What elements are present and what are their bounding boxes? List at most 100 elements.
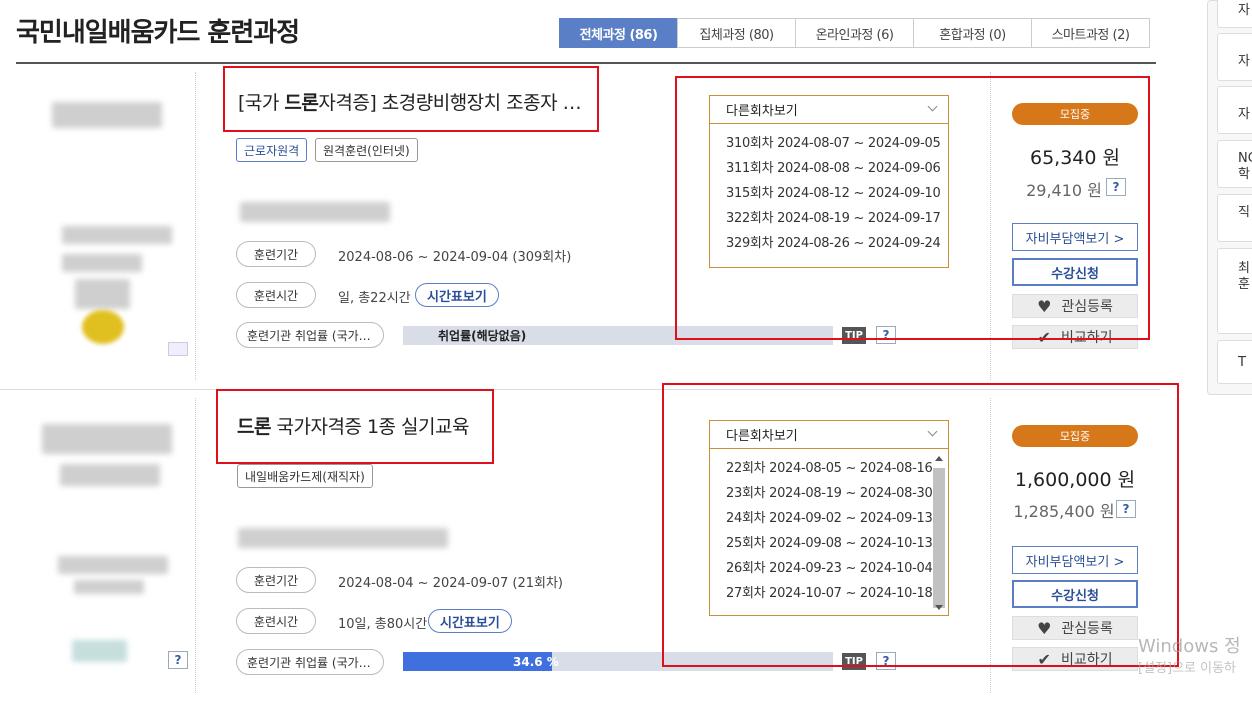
windows-activation-watermark-sub: [설정]으로 이동하 — [1138, 661, 1236, 676]
hours-value: 10일, 총80시간 — [338, 617, 428, 632]
employment-rate-label: 훈련기관 취업률 (국가… — [236, 322, 384, 348]
session-item[interactable]: 310회차 2024-08-07 ~ 2024-09-05 — [726, 132, 948, 157]
timetable-button[interactable]: 시간표보기 — [428, 609, 512, 633]
course-price: 65,340 원 — [1029, 147, 1120, 169]
institution-info-blurred — [58, 556, 168, 574]
tip-badge[interactable]: TIP — [842, 653, 866, 670]
quick-menu-label: 직 — [1238, 205, 1250, 220]
heart-icon: ♥ — [1037, 618, 1052, 638]
institution-logo-blurred — [52, 102, 162, 128]
quick-menu-label: 최 훈 — [1238, 261, 1250, 292]
session-scrollbar[interactable] — [933, 454, 945, 612]
quick-menu-item[interactable]: 자 — [1217, 0, 1252, 28]
timetable-button[interactable]: 시간표보기 — [415, 283, 499, 307]
interest-button[interactable]: ♥ 관심등록 — [1012, 616, 1138, 640]
scroll-thumb[interactable] — [933, 468, 945, 608]
course-card: [국가 드론자격증] 초경량비행장치 조종자 … 근로자원격 원격훈련(인터넷)… — [0, 64, 1160, 388]
tab-classroom[interactable]: 집체과정 (80) — [677, 18, 796, 48]
course-title-keyword: 드론 — [284, 92, 319, 114]
quick-menu-label: NC 학 — [1238, 151, 1252, 182]
other-sessions-list: 다른회차보기 310회차 2024-08-07 ~ 2024-09-05 311… — [709, 95, 949, 268]
quick-menu-item[interactable]: 직 — [1217, 194, 1252, 242]
check-icon: ✔ — [1037, 327, 1051, 347]
course-title[interactable]: [국가 드론자격증] 초경량비행장치 조종자 … — [238, 88, 582, 115]
help-icon[interactable]: ? — [168, 651, 188, 669]
tab-smart[interactable]: 스마트과정 (2) — [1031, 18, 1150, 48]
institution-info-blurred — [75, 279, 130, 309]
course-price: 1,600,000 원 — [1014, 469, 1136, 491]
institution-name-blurred — [238, 528, 448, 548]
session-item[interactable]: 322회차 2024-08-19 ~ 2024-09-17 — [726, 207, 948, 232]
interest-label: 관심등록 — [1061, 299, 1113, 315]
session-item[interactable]: 315회차 2024-08-12 ~ 2024-09-10 — [726, 182, 948, 207]
tip-badge[interactable]: TIP — [842, 327, 866, 344]
tab-online[interactable]: 온라인과정 (6) — [795, 18, 914, 48]
other-sessions-dropdown[interactable]: 다른회차보기 — [710, 96, 948, 124]
hours-label: 훈련시간 — [236, 282, 316, 308]
course-title-keyword: 드론 — [237, 416, 271, 438]
quick-menu-item[interactable]: 자 — [1217, 86, 1252, 134]
self-pay-button[interactable]: 자비부담액보기 > — [1012, 223, 1138, 251]
scroll-up-icon[interactable] — [935, 456, 943, 461]
compare-label: 비교하기 — [1060, 652, 1113, 668]
session-item[interactable]: 25회차 2024-09-08 ~ 2024-10-13 — [726, 532, 948, 557]
help-icon[interactable]: ? — [876, 652, 896, 670]
column-divider — [990, 398, 991, 693]
training-type-chip: 근로자원격 — [236, 138, 308, 162]
training-type-chip: 내일배움카드제(재직자) — [237, 464, 373, 488]
quick-menu-item[interactable]: 자 — [1217, 33, 1252, 81]
period-value: 2024-08-06 ~ 2024-09-04 (309회차) — [338, 250, 572, 265]
employment-rate-text: 34.6 % — [513, 654, 559, 669]
session-item[interactable]: 22회차 2024-08-05 ~ 2024-08-16 — [726, 457, 948, 482]
training-method-chip: 원격훈련(인터넷) — [315, 138, 418, 162]
quick-menu-label: 자 — [1238, 3, 1250, 18]
chevron-down-icon — [927, 101, 938, 112]
period-value: 2024-08-04 ~ 2024-09-07 (21회차) — [338, 576, 563, 591]
other-sessions-list: 다른회차보기 22회차 2024-08-05 ~ 2024-08-16 23회차… — [709, 420, 949, 616]
compare-button[interactable]: ✔ 비교하기 — [1012, 325, 1138, 349]
institution-info-blurred — [74, 580, 144, 594]
course-type-tabs: 전체과정 (86) 집체과정 (80) 온라인과정 (6) 혼합과정 (0) 스… — [559, 18, 1150, 48]
heart-icon: ♥ — [1037, 296, 1052, 316]
quick-menu-label: 자 — [1238, 107, 1250, 122]
scroll-down-icon[interactable] — [935, 605, 943, 610]
employment-rate-bar: 취업률(해당없음) — [403, 326, 833, 345]
self-pay-button[interactable]: 자비부담액보기 > — [1012, 546, 1138, 574]
apply-button[interactable]: 수강신청 — [1012, 580, 1138, 608]
institution-logo-blurred — [60, 464, 160, 486]
quick-menu-item[interactable]: NC 학 — [1217, 140, 1252, 188]
tab-blended[interactable]: 혼합과정 (0) — [913, 18, 1032, 48]
course-title-rest: 국가자격증 1종 실기교육 — [270, 416, 470, 438]
employment-rate-text: 취업률(해당없음) — [438, 329, 527, 343]
compare-label: 비교하기 — [1060, 330, 1113, 346]
check-icon: ✔ — [1037, 649, 1051, 669]
session-item[interactable]: 329회차 2024-08-26 ~ 2024-09-24 — [726, 232, 948, 257]
help-icon[interactable]: ? — [876, 326, 896, 344]
session-item[interactable]: 24회차 2024-09-02 ~ 2024-09-13 — [726, 507, 948, 532]
compare-button[interactable]: ✔ 비교하기 — [1012, 647, 1138, 671]
other-sessions-header: 다른회차보기 — [726, 104, 798, 119]
institution-badge-icon — [168, 342, 188, 356]
recruiting-badge: 모집중 — [1012, 103, 1138, 125]
session-item[interactable]: 23회차 2024-08-19 ~ 2024-08-30 — [726, 482, 948, 507]
quick-menu-item[interactable]: 최 훈 — [1217, 248, 1252, 334]
course-title[interactable]: 드론 국가자격증 1종 실기교육 — [237, 412, 469, 439]
help-icon[interactable]: ? — [1106, 178, 1126, 196]
quick-menu-item[interactable]: T — [1217, 340, 1252, 384]
column-divider — [990, 72, 991, 380]
other-sessions-header: 다른회차보기 — [726, 429, 798, 444]
quick-menu-label: T — [1238, 355, 1246, 370]
institution-rating-icon — [82, 310, 124, 344]
session-item[interactable]: 311회차 2024-08-08 ~ 2024-09-06 — [726, 157, 948, 182]
session-item[interactable]: 27회차 2024-10-07 ~ 2024-10-18 — [726, 582, 948, 607]
employment-rate-label: 훈련기관 취업률 (국가… — [236, 649, 384, 675]
help-icon[interactable]: ? — [1116, 500, 1136, 518]
interest-button[interactable]: ♥ 관심등록 — [1012, 294, 1138, 318]
other-sessions-dropdown[interactable]: 다른회차보기 — [710, 421, 948, 449]
apply-button[interactable]: 수강신청 — [1012, 258, 1138, 286]
self-pay-price: 1,285,400 원 — [1013, 502, 1115, 521]
interest-label: 관심등록 — [1061, 621, 1113, 637]
quick-menu-label: 자 — [1238, 54, 1250, 69]
session-item[interactable]: 26회차 2024-09-23 ~ 2024-10-04 — [726, 557, 948, 582]
tab-all[interactable]: 전체과정 (86) — [559, 18, 678, 48]
